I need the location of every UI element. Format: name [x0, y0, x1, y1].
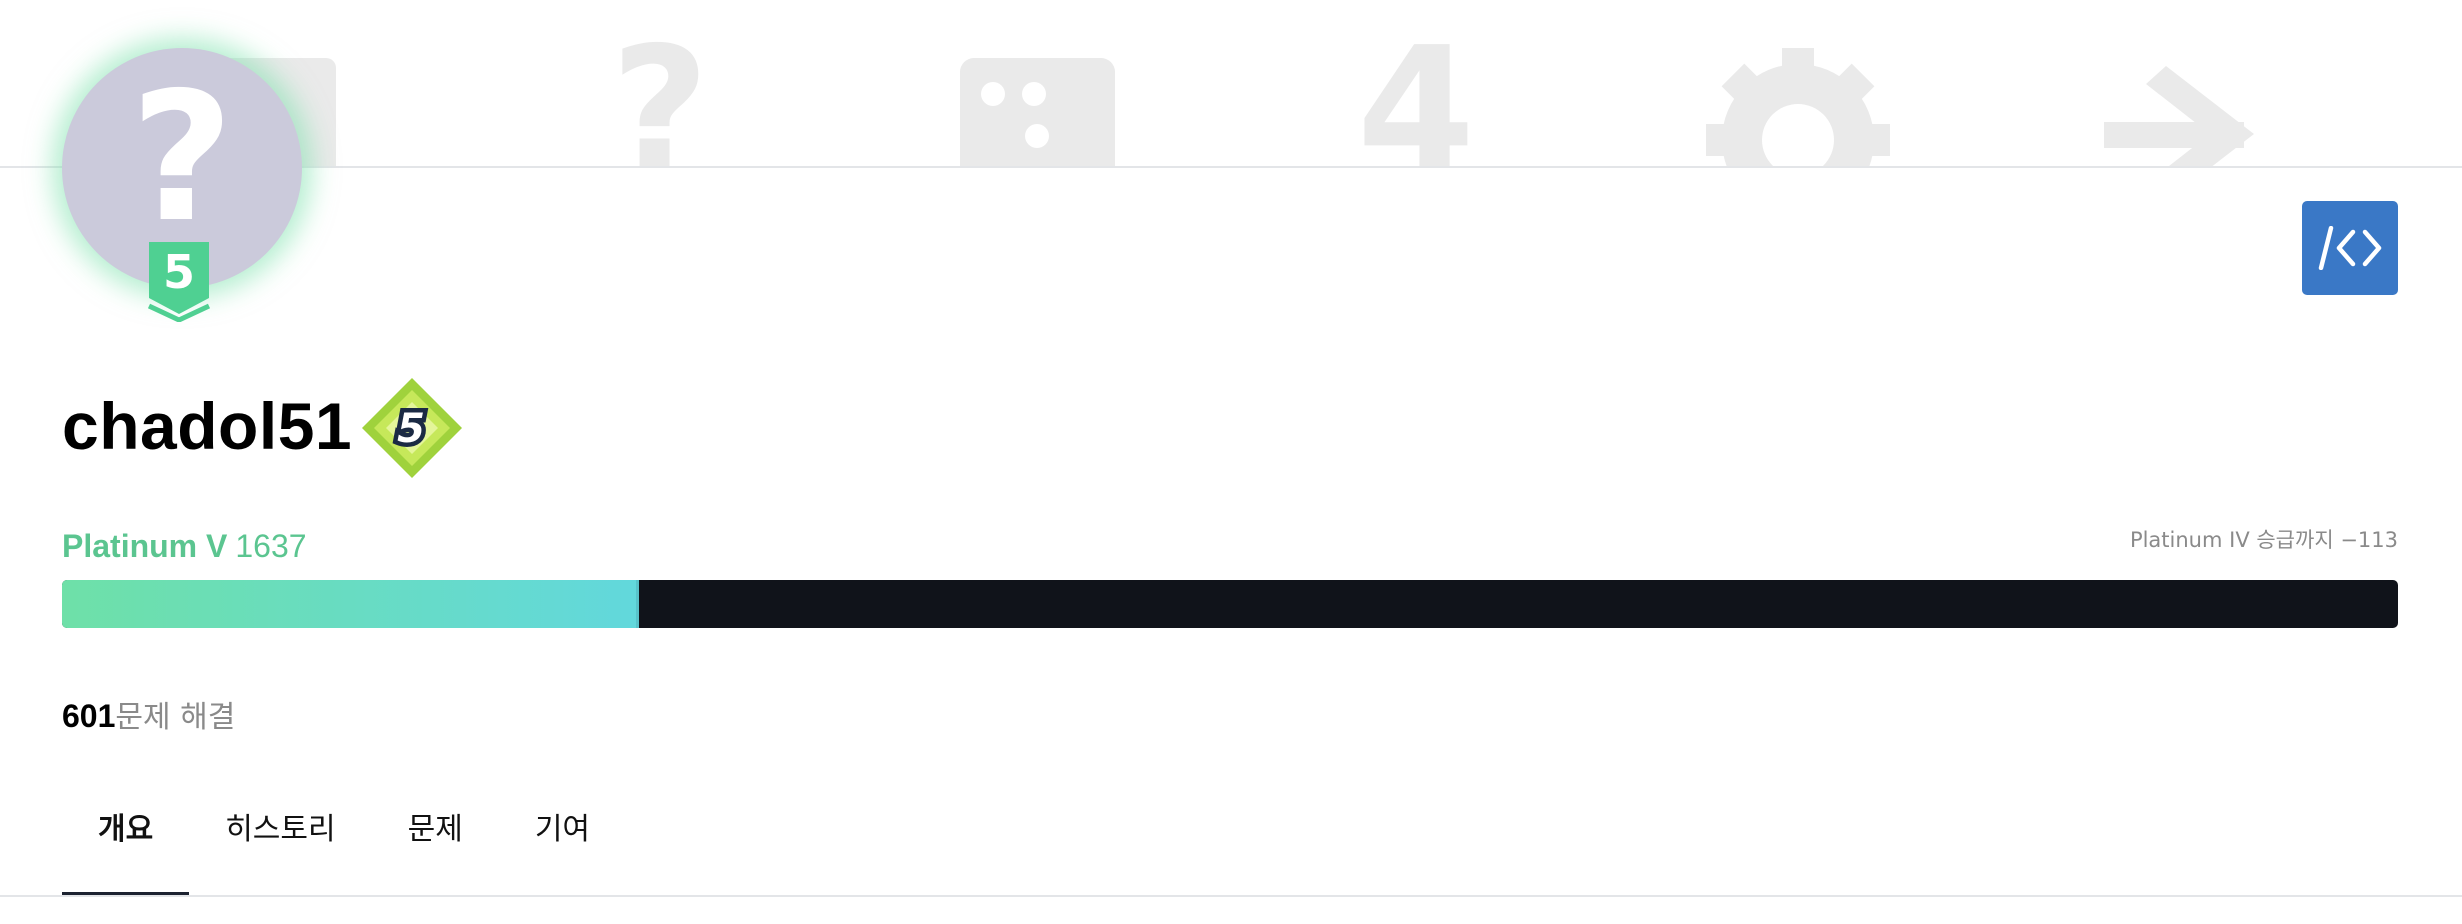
rating-progress-fill — [62, 580, 639, 628]
tab-problems[interactable]: 문제 — [372, 786, 499, 896]
code-icon — [2318, 226, 2382, 270]
banner-pattern: ? 4 — [180, 11, 2254, 166]
tier-name: Platinum V — [62, 528, 228, 564]
dice-icon — [960, 58, 1115, 166]
gear-icon — [1706, 48, 1890, 166]
number-4-icon: 4 — [1357, 11, 1475, 166]
solved-count: 601 — [62, 698, 116, 734]
svg-text:4: 4 — [1357, 11, 1475, 166]
arrow-right-icon — [2104, 66, 2254, 166]
username: chadol51 — [62, 389, 353, 463]
profile-banner: ? 4 — [0, 0, 2462, 166]
question-icon: ? — [611, 11, 710, 166]
tab-history[interactable]: 히스토리 — [189, 786, 371, 896]
next-tier-remaining: Platinum IV 승급까지 −113 — [2129, 528, 2398, 552]
tabs-divider — [0, 895, 2462, 897]
solved-label: 문제 해결 — [115, 700, 236, 735]
avatar-question-glyph: ? — [130, 54, 234, 261]
code-button[interactable] — [2302, 201, 2398, 295]
tier-line: Platinum V 1637 — [62, 526, 307, 566]
avatar-tier-level: 5 — [163, 245, 195, 299]
solved-stat: 601문제 해결 — [62, 694, 235, 738]
svg-text:?: ? — [611, 11, 710, 166]
banner-divider — [0, 166, 2462, 168]
profile-tabs: 개요 히스토리 문제 기여 — [62, 786, 626, 896]
class-badge: 5 — [362, 378, 462, 478]
tab-overview[interactable]: 개요 — [62, 786, 190, 896]
class-level: 5 — [397, 406, 425, 452]
tab-contributions[interactable]: 기여 — [499, 786, 626, 896]
tier-rating: 1637 — [235, 528, 307, 564]
rating-progress-bar — [62, 580, 2398, 628]
avatar-tier-badge: 5 — [147, 242, 211, 322]
